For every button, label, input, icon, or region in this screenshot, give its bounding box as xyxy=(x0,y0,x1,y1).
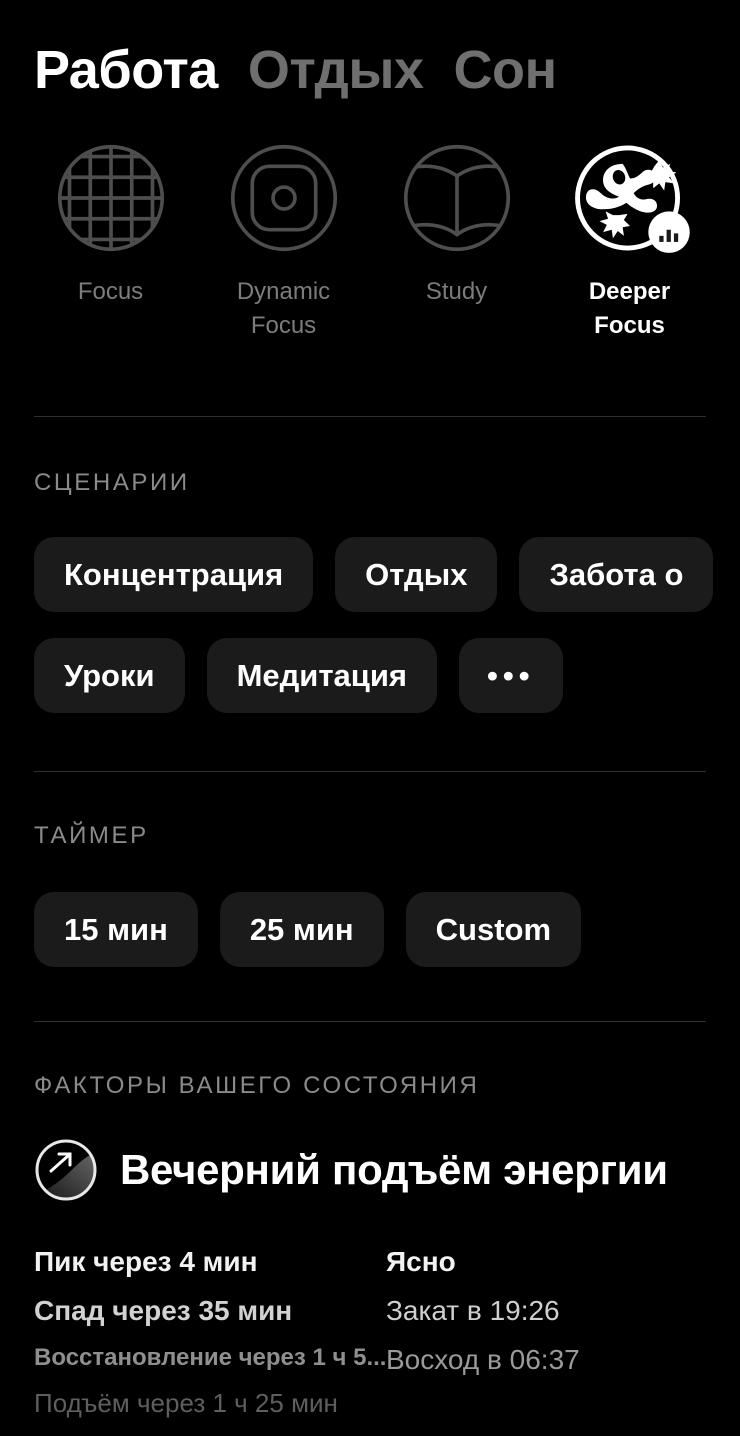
timer-chip-custom[interactable]: Custom xyxy=(405,892,582,968)
timer-options: 15 мин 25 мин Custom xyxy=(0,892,740,968)
timer-chip-25min[interactable]: 25 мин xyxy=(219,892,384,968)
scenario-row-2: Уроки Медитация ••• xyxy=(0,638,740,714)
sunrise-time: Восход в 06:37 xyxy=(386,1344,580,1376)
mode-item-focus[interactable]: Focus xyxy=(24,137,197,345)
factor-peak: Пик через 4 мин xyxy=(34,1246,258,1278)
mode-label-study: Study xyxy=(425,277,488,305)
timer-heading: ТАЙМЕР xyxy=(34,822,149,850)
scenario-row-1: Концентрация Отдых Забота о xyxy=(0,537,740,613)
open-book-circle-icon xyxy=(403,144,510,251)
mode-item-dynamic-focus[interactable]: Dynamic Focus xyxy=(197,137,370,345)
timer-chip-15min[interactable]: 15 мин xyxy=(34,892,198,968)
scenario-chip-koncentraciya[interactable]: Концентрация xyxy=(34,537,314,613)
mode-tabs: Работа Отдых Сон xyxy=(0,0,740,99)
mode-selector: Focus Dynamic Focus Study Deeper Focus xyxy=(0,99,740,345)
scenario-chip-zabota[interactable]: Забота о xyxy=(519,537,714,613)
rounded-square-dot-icon xyxy=(230,144,337,251)
factor-rise: Подъём через 1 ч 25 мин xyxy=(34,1387,338,1418)
factor-column-left: Пик через 4 мин Спад через 35 мин Восста… xyxy=(34,1244,386,1420)
mode-label-deeper-focus: Deeper Focus xyxy=(588,277,671,340)
app-screen: Работа Отдых Сон Focus Dynamic Focus Stu… xyxy=(0,0,740,1436)
factor-column-right: Ясно Закат в 19:26 Восход в 06:37 xyxy=(386,1244,738,1420)
factor-title-row[interactable]: Вечерний подъём энергии xyxy=(0,1138,740,1202)
factor-decline: Спад через 35 мин xyxy=(34,1295,293,1327)
factor-details: Пик через 4 мин Спад через 35 мин Восста… xyxy=(0,1244,740,1420)
mode-item-deeper-focus[interactable]: Deeper Focus xyxy=(543,137,716,345)
mode-item-study[interactable]: Study xyxy=(370,137,543,345)
sunset-time: Закат в 19:26 xyxy=(386,1295,560,1327)
factors-heading: ФАКТОРЫ ВАШЕГО СОСТОЯНИЯ xyxy=(34,1072,480,1100)
scenario-chip-otdyh[interactable]: Отдых xyxy=(335,537,498,613)
scenario-chip-uroki[interactable]: Уроки xyxy=(34,638,185,714)
divider-modes xyxy=(34,416,706,418)
trend-up-circle-icon xyxy=(35,1139,97,1201)
factor-recovery: Восстановление через 1 ч 5... xyxy=(34,1344,387,1372)
tab-son[interactable]: Сон xyxy=(453,42,557,99)
tab-rabota[interactable]: Работа xyxy=(34,42,218,99)
gecko-badge-icon xyxy=(574,145,690,253)
scenario-chip-meditaciya[interactable]: Медитация xyxy=(206,638,437,714)
grid-circle-icon xyxy=(57,144,164,251)
mode-label-focus: Focus xyxy=(77,277,144,305)
divider-timer xyxy=(34,1021,706,1023)
factor-title: Вечерний подъём энергии xyxy=(120,1146,668,1194)
tab-otdyh[interactable]: Отдых xyxy=(248,42,424,99)
weather-condition: Ясно xyxy=(386,1246,456,1278)
scenario-chip-more[interactable]: ••• xyxy=(459,638,563,714)
mode-label-dynamic-focus: Dynamic Focus xyxy=(236,277,331,340)
scenarios-heading: СЦЕНАРИИ xyxy=(34,469,190,497)
divider-scenarios xyxy=(34,771,706,773)
